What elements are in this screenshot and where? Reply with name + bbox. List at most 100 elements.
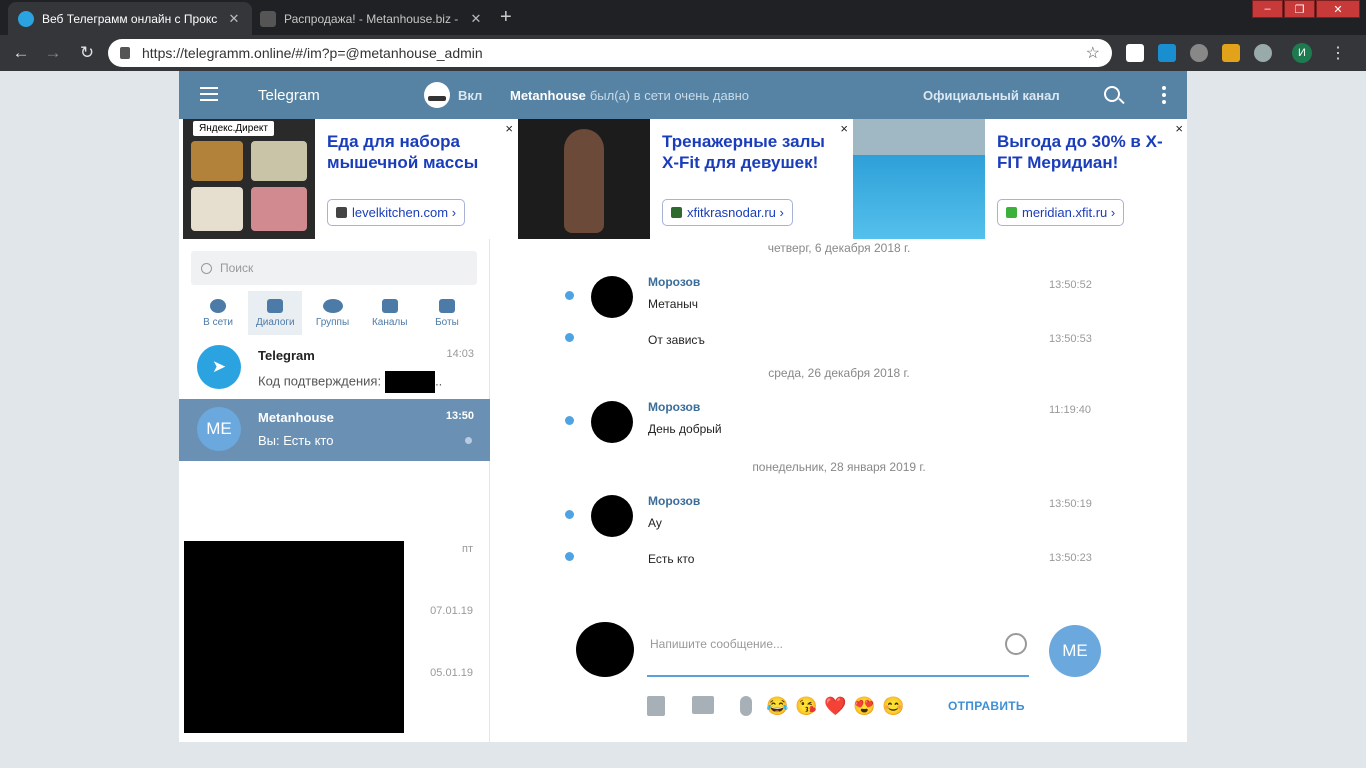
forward-arrow-icon[interactable]: → <box>42 43 64 63</box>
message[interactable]: Морозов Ау 13:50:19 <box>491 494 1187 537</box>
more-vertical-icon[interactable] <box>1162 86 1166 107</box>
message-text: Ау <box>648 516 662 530</box>
online-icon <box>210 298 227 313</box>
filter-groups[interactable]: Группы <box>305 291 359 335</box>
site-favicon-icon <box>1006 207 1017 218</box>
minimize-icon[interactable]: – <box>1252 0 1283 18</box>
profile-avatar[interactable]: И <box>1292 43 1312 63</box>
message-author[interactable]: Морозов <box>648 400 700 414</box>
incognito-toggle[interactable]: Вкл <box>424 82 482 108</box>
microphone-icon[interactable] <box>740 696 752 716</box>
ad-image <box>183 119 315 239</box>
emoji-smile-icon[interactable]: 😊 <box>882 696 904 717</box>
group-icon <box>322 298 343 313</box>
site-favicon-icon <box>671 207 682 218</box>
new-tab-plus-icon[interactable]: + <box>500 6 512 29</box>
message-author[interactable]: Морозов <box>648 275 700 289</box>
chat-history: четверг, 6 декабря 2018 г. Морозов Метан… <box>491 239 1187 742</box>
extension-icon[interactable] <box>1158 44 1176 62</box>
message[interactable]: Морозов День добрый 11:19:40 <box>491 400 1187 443</box>
filter-channels[interactable]: Каналы <box>363 291 417 335</box>
telegram-avatar-icon: ➤ <box>197 345 241 389</box>
close-icon[interactable]: ✕ <box>468 11 484 27</box>
search-input[interactable]: Поиск <box>191 251 477 285</box>
ad-title[interactable]: Тренажерные залы X-Fit для девушек! <box>662 131 842 173</box>
maximize-icon[interactable]: ❐ <box>1284 0 1315 18</box>
bookmark-star-icon[interactable]: ☆ <box>1086 43 1100 63</box>
message-input[interactable]: Напишите сообщение... <box>647 625 1029 677</box>
browser-menu-icon[interactable]: ⋮ <box>1330 43 1346 63</box>
emoji-icon[interactable] <box>1005 633 1027 655</box>
filter-bots[interactable]: Боты <box>420 291 474 335</box>
emoji-heart-eyes-icon[interactable]: 😍 <box>853 696 875 717</box>
chat-name: Metanhouse <box>510 88 586 103</box>
dialog-preview: Код подтверждения:.. <box>258 371 442 393</box>
app-header: Telegram Вкл Metanhouse был(а) в сети оче… <box>179 71 1187 119</box>
emoji-joy-icon[interactable]: 😂 <box>766 696 788 717</box>
search-icon[interactable] <box>1104 86 1120 102</box>
avatar: ME <box>197 407 241 451</box>
date-separator: понедельник, 28 января 2019 г. <box>752 460 926 474</box>
message-placeholder: Напишите сообщение... <box>650 637 784 651</box>
dialog-time: 07.01.19 <box>430 605 473 617</box>
extension-icon[interactable] <box>1126 44 1144 62</box>
message[interactable]: Есть кто 13:50:23 <box>491 552 1187 582</box>
emoji-kiss-icon[interactable]: 😘 <box>795 696 817 717</box>
site-favicon-icon <box>336 207 347 218</box>
ad-item[interactable]: Яндекс.Директ Еда для набора мышечной ма… <box>183 119 517 239</box>
browser-tab-metanhouse[interactable]: Распродажа! - Metanhouse.biz - ✕ <box>250 2 494 35</box>
tab-title: Веб Телеграмм онлайн с Прокс <box>42 11 218 26</box>
ad-close-icon[interactable]: × <box>840 121 848 136</box>
ad-link[interactable]: meridian.xfit.ru › <box>997 199 1125 226</box>
ad-link[interactable]: levelkitchen.com › <box>327 199 466 226</box>
ad-item[interactable]: Тренажерные залы X-Fit для девушек! xfit… <box>518 119 852 239</box>
ads-block: Яндекс.Директ Еда для набора мышечной ма… <box>183 119 1187 239</box>
official-channel-link[interactable]: Официальный канал <box>923 88 1060 103</box>
attach-file-icon[interactable] <box>647 696 665 716</box>
filter-online[interactable]: В сети <box>191 291 245 335</box>
dialog-time: 13:50 <box>445 410 474 422</box>
close-icon[interactable]: ✕ <box>226 11 242 27</box>
message[interactable]: Морозов Метаныч 13:50:52 <box>491 275 1187 318</box>
incognito-label: Вкл <box>458 87 483 103</box>
message-time: 13:50:52 <box>1049 279 1092 291</box>
dialog-time: 14:03 <box>446 348 474 360</box>
ad-item[interactable]: Выгода до 30% в X-FIT Меридиан! meridian… <box>853 119 1187 239</box>
ad-image <box>853 119 985 239</box>
ad-title[interactable]: Выгода до 30% в X-FIT Меридиан! <box>997 131 1177 173</box>
peer-avatar[interactable]: ME <box>1049 625 1101 677</box>
page-favicon-icon <box>260 10 276 27</box>
ad-close-icon[interactable]: × <box>505 121 513 136</box>
date-separator: среда, 26 декабря 2018 г. <box>768 366 910 380</box>
incognito-icon <box>424 82 450 108</box>
unread-dot <box>565 510 574 519</box>
bot-icon <box>438 298 455 313</box>
send-button[interactable]: ОТПРАВИТЬ <box>948 699 1025 713</box>
dialog-item-active[interactable]: ME Metanhouse Вы: Есть кто 13:50 <box>179 399 490 461</box>
extension-icon[interactable] <box>1222 44 1240 62</box>
ad-title[interactable]: Еда для набора мышечной массы <box>327 131 507 173</box>
back-arrow-icon[interactable]: ← <box>10 43 32 63</box>
browser-tab-telegram[interactable]: Веб Телеграмм онлайн с Прокс ✕ <box>8 2 252 35</box>
dialog-time: 05.01.19 <box>430 667 473 679</box>
emoji-heart-icon[interactable]: ❤️ <box>824 696 846 717</box>
ad-link[interactable]: xfitkrasnodar.ru › <box>662 199 793 226</box>
chat-header[interactable]: Metanhouse был(а) в сети очень давно <box>510 88 749 103</box>
app-title: Telegram <box>258 87 320 104</box>
window-close-icon[interactable]: ✕ <box>1316 0 1360 18</box>
dialog-name: Telegram <box>258 348 315 363</box>
ad-close-icon[interactable]: × <box>1175 121 1183 136</box>
address-bar[interactable]: https://telegramm.online/#/im?p=@metanho… <box>108 39 1112 67</box>
message-author[interactable]: Морозов <box>648 494 700 508</box>
unread-dot <box>565 552 574 561</box>
dialog-item[interactable]: ➤ Telegram Код подтверждения:.. 14:03 <box>179 337 490 399</box>
hamburger-menu-icon[interactable] <box>200 87 218 105</box>
reload-icon[interactable]: ↻ <box>76 43 98 63</box>
eye-extension-icon[interactable] <box>1254 44 1272 62</box>
avatar <box>591 495 633 537</box>
message[interactable]: От зависъ 13:50:53 <box>491 333 1187 363</box>
extension-icon[interactable] <box>1190 44 1208 62</box>
filter-dialogs[interactable]: Диалоги <box>248 291 303 335</box>
dialog-filters: В сети Диалоги Группы Каналы Боты <box>191 291 477 335</box>
camera-icon[interactable] <box>692 696 714 714</box>
